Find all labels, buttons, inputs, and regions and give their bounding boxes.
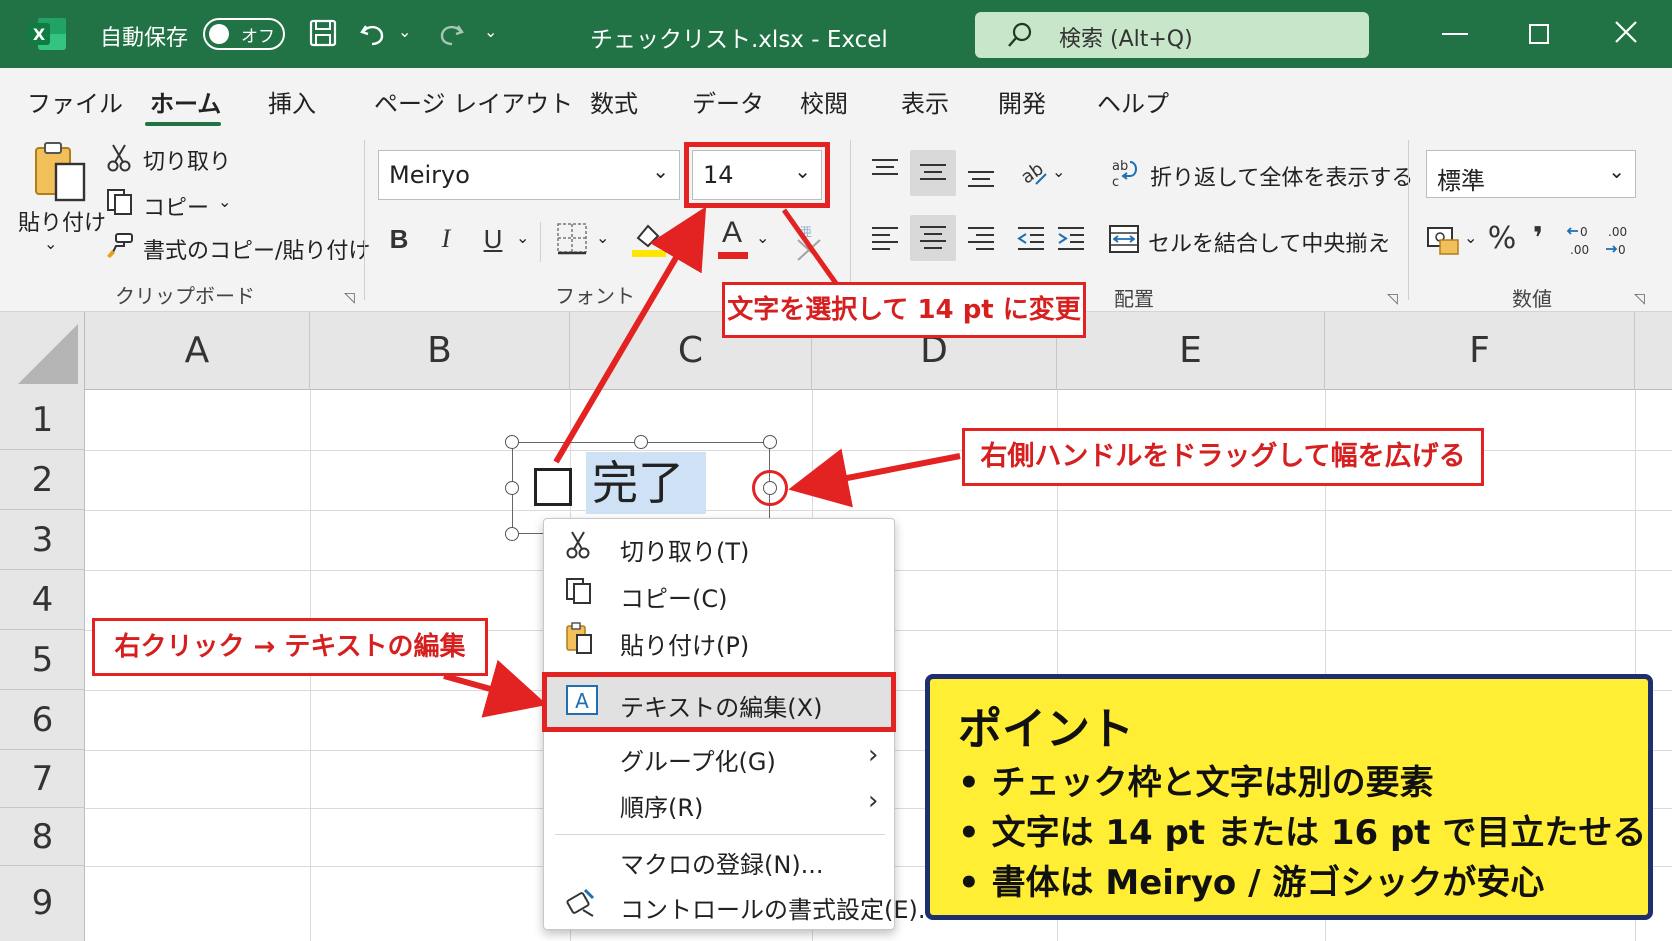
right-click-callout: 右クリック → テキストの編集 [92, 618, 488, 676]
point-heading: ポイント [958, 704, 1134, 755]
font-size-callout: 文字を選択して 14 pt に変更 [722, 282, 1086, 338]
handle-callout: 右側ハンドルをドラッグして幅を広げる [962, 428, 1484, 486]
point-line-1: • チェック枠と文字は別の要素 [958, 763, 1434, 803]
point-line-2: • 文字は 14 pt または 16 pt で目立たせる [958, 813, 1647, 853]
point-summary-box: ポイント • チェック枠と文字は別の要素 • 文字は 14 pt または 16 … [925, 674, 1653, 920]
point-line-3: • 書体は Meiryo / 游ゴシックが安心 [958, 863, 1545, 903]
